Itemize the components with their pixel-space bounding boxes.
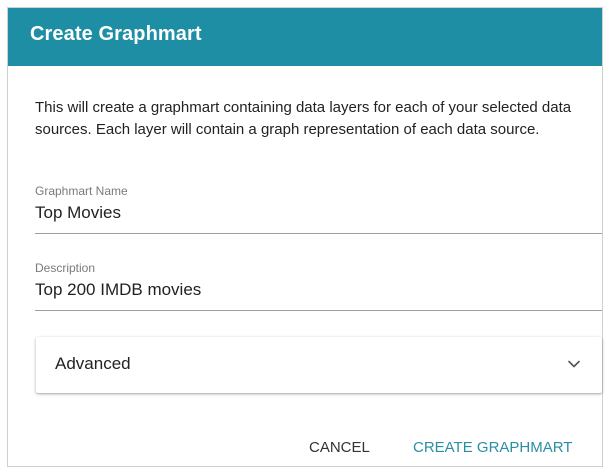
create-graphmart-button[interactable]: CREATE GRAPHMART <box>413 439 572 456</box>
dialog-header: Create Graphmart <box>8 8 602 66</box>
advanced-expansion-panel[interactable]: Advanced <box>36 337 602 393</box>
description-underline <box>35 310 602 311</box>
dialog-title: Create Graphmart <box>30 23 202 45</box>
description-input[interactable]: Top 200 IMDB movies <box>35 280 201 300</box>
graphmart-name-input[interactable]: Top Movies <box>35 203 121 223</box>
advanced-label: Advanced <box>55 354 131 373</box>
cancel-button[interactable]: CANCEL <box>309 439 370 456</box>
dialog-description-text: This will create a graphmart containing … <box>35 99 572 138</box>
chevron-down-icon[interactable] <box>566 356 582 372</box>
graphmart-name-underline <box>35 233 602 234</box>
description-label: Description <box>35 261 96 275</box>
create-graphmart-dialog: Create Graphmart This will create a grap… <box>7 7 603 467</box>
graphmart-name-label: Graphmart Name <box>35 184 128 198</box>
